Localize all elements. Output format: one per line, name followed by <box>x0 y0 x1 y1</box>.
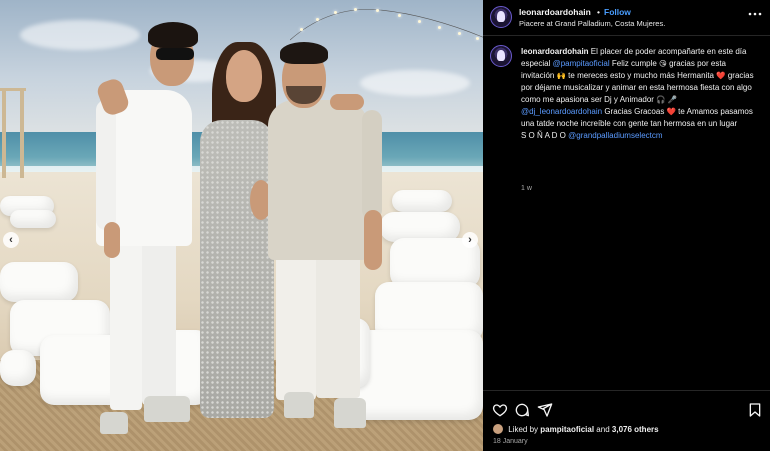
avatar[interactable] <box>490 45 512 67</box>
mention-link[interactable]: @dj_leonardoardohain <box>521 107 602 116</box>
floor-pillow <box>0 262 78 302</box>
red-heart-emoji-icon: ❤️ <box>716 71 726 80</box>
legs <box>110 240 142 410</box>
caption-part: te mereces esto y mucho más Hermanita <box>568 71 715 80</box>
share-button[interactable] <box>537 402 553 418</box>
legs <box>316 250 360 398</box>
heart-icon <box>492 404 508 417</box>
hair <box>148 22 198 48</box>
separator-dot: • <box>597 7 600 17</box>
comment-button[interactable] <box>514 402 530 418</box>
legs <box>142 240 176 405</box>
post-date: 18 January <box>493 438 528 445</box>
follow-button[interactable]: Follow <box>604 7 631 17</box>
wooden-post <box>2 88 6 178</box>
face <box>226 50 262 102</box>
red-heart-emoji-icon: ❤️ <box>666 107 676 116</box>
post-details-panel: leonardoardohain • Follow Piacere at Gra… <box>483 0 770 451</box>
action-bar: Liked by pampitaoficial and 3,076 others… <box>483 390 770 451</box>
shoe <box>144 396 190 422</box>
kiss-emoji-icon: 😘 <box>659 59 667 68</box>
mention-link[interactable]: @pampitaoficial <box>553 59 610 68</box>
previous-image-button[interactable]: ‹ <box>3 232 19 248</box>
likes-summary[interactable]: Liked by pampitaoficial and 3,076 others <box>493 424 659 434</box>
floor-pillow <box>10 210 56 228</box>
shoe <box>284 392 314 418</box>
floor-pillow <box>0 350 36 386</box>
liker-username[interactable]: pampitaoficial <box>540 425 594 434</box>
post-header: leonardoardohain • Follow Piacere at Gra… <box>483 0 770 36</box>
mention-link[interactable]: @grandpalladiumselectcm <box>568 131 662 140</box>
headphones-emoji-icon: 🎧 <box>656 95 666 104</box>
sunglasses <box>156 48 194 60</box>
shoe <box>334 398 366 428</box>
likes-others[interactable]: 3,076 others <box>612 425 659 434</box>
location-link[interactable]: Piacere at Grand Palladium, Costa Mujere… <box>519 19 665 28</box>
avatar[interactable] <box>490 6 512 28</box>
username-link[interactable]: leonardoardohain <box>519 7 591 17</box>
likes-and: and <box>596 425 610 434</box>
raised-hands-emoji-icon: 🙌 <box>556 71 566 80</box>
liker-avatar <box>493 424 503 434</box>
caption-part: Gracias Gracoas <box>604 107 665 116</box>
arm <box>96 100 116 230</box>
wooden-beam <box>0 88 26 91</box>
caption-part: Feliz cumple <box>611 59 657 68</box>
more-options-button[interactable] <box>748 7 762 17</box>
share-icon <box>537 403 553 417</box>
caption-part: S O Ñ A D O <box>521 131 566 140</box>
comment-icon <box>515 403 529 417</box>
save-button[interactable] <box>747 402 763 418</box>
wooden-post <box>20 90 24 178</box>
caption-timestamp: 1 w <box>521 185 532 192</box>
arm <box>362 110 382 220</box>
hand <box>364 210 382 270</box>
more-horizontal-icon <box>748 12 762 16</box>
hand <box>104 222 120 258</box>
post-photo[interactable]: ‹ › <box>0 0 483 451</box>
hair <box>280 42 328 64</box>
sequin-dress <box>200 120 274 418</box>
shoe <box>100 412 128 434</box>
caption-text: leonardoardohain El placer de poder acom… <box>521 46 757 142</box>
chevron-left-icon: ‹ <box>9 234 13 246</box>
photo-cloud <box>20 20 140 50</box>
legs <box>276 250 316 400</box>
chevron-right-icon: › <box>468 234 472 246</box>
bookmark-icon <box>749 403 761 417</box>
microphone-emoji-icon: 🎤 <box>667 95 678 104</box>
shirt <box>268 100 368 260</box>
next-image-button[interactable]: › <box>462 232 478 248</box>
like-button[interactable] <box>492 402 508 418</box>
hand-on-shoulder <box>330 94 364 110</box>
likes-prefix: Liked by <box>508 425 539 434</box>
photo-cloud <box>360 70 470 96</box>
floor-pillow <box>392 190 452 212</box>
caption-username[interactable]: leonardoardohain <box>521 47 589 56</box>
